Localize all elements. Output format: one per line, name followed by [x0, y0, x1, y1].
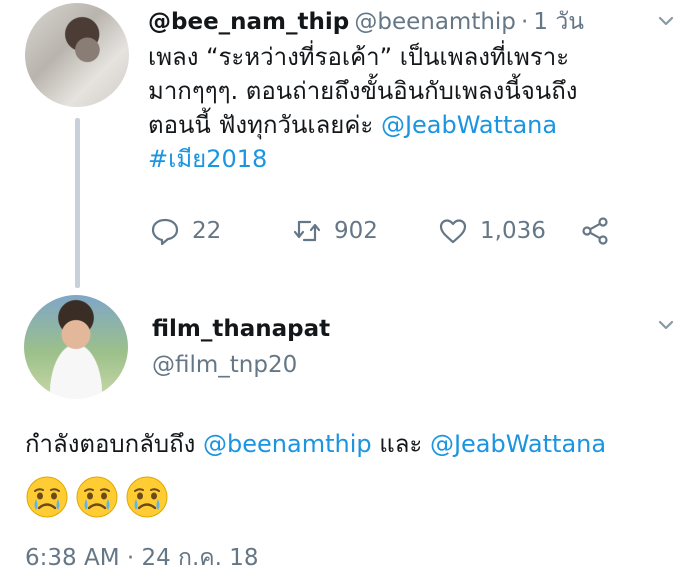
crying-face-emoji [126, 476, 168, 518]
display-name[interactable]: @bee_nam_thip [148, 9, 349, 35]
mention-link[interactable]: @JeabWattana [430, 430, 606, 458]
tweet-time[interactable]: 1 วัน [533, 9, 584, 35]
retweet-count: 902 [334, 218, 378, 244]
reply-header: film_thanapat @film_tnp20 [152, 316, 330, 378]
user-handle[interactable]: @film_tnp20 [152, 352, 330, 378]
share-icon [582, 217, 608, 245]
retweet-icon [293, 220, 321, 242]
share-button[interactable] [580, 216, 610, 246]
replying-to: กำลังตอบกลับถึง @beenamthip และ @JeabWat… [25, 424, 606, 463]
like-button[interactable]: 1,036 [438, 216, 546, 246]
chevron-down-icon[interactable] [657, 12, 675, 30]
reply-count: 22 [192, 218, 222, 244]
thread-connector-line [75, 118, 80, 288]
tweet-header: @bee_nam_thip @beenamthip · 1 วัน [148, 4, 584, 40]
tweet-text: เพลง “ระหว่างที่รอเค้า” เป็นเพลงที่เพราะ… [148, 40, 668, 176]
crying-face-emoji [76, 476, 118, 518]
heart-icon [439, 219, 467, 244]
mention-link[interactable]: @beenamthip [203, 430, 372, 458]
replying-and: และ [371, 430, 430, 458]
retweet-button[interactable]: 902 [292, 216, 378, 246]
reply-button[interactable]: 22 [150, 216, 221, 246]
tweet-text-line: มากๆๆๆ. ตอนถ่ายถึงขั้นอินกับเพลงนี้จนถึง [148, 77, 578, 105]
user-handle[interactable]: @beenamthip [354, 9, 516, 35]
mention-link[interactable]: @JeabWattana [381, 111, 557, 139]
tweet-text-fragment: ตอนนี้ ฟังทุกวันเลยค่ะ [148, 111, 381, 139]
tweet-text-line: ตอนนี้ ฟังทุกวันเลยค่ะ @JeabWattana [148, 108, 668, 142]
reply-icon [151, 218, 179, 246]
like-count: 1,036 [480, 218, 546, 244]
avatar-film-thanapat[interactable] [24, 295, 128, 399]
avatar-beenamthip[interactable] [25, 3, 129, 107]
separator-dot: · [521, 9, 529, 35]
display-name[interactable]: film_thanapat [152, 316, 330, 342]
chevron-down-icon[interactable] [657, 316, 675, 334]
replying-to-label: กำลังตอบกลับถึง [25, 430, 204, 458]
tweet-text-line: เพลง “ระหว่างที่รอเค้า” เป็นเพลงที่เพราะ [148, 43, 570, 71]
crying-face-emoji [26, 476, 68, 518]
emoji-row [25, 475, 175, 519]
reply-timestamp[interactable]: 6:38 AM · 24 ก.ค. 18 [25, 540, 259, 576]
tweet-actions: 22 902 1,036 [150, 216, 630, 250]
hashtag-link[interactable]: #เมีย2018 [148, 145, 267, 173]
